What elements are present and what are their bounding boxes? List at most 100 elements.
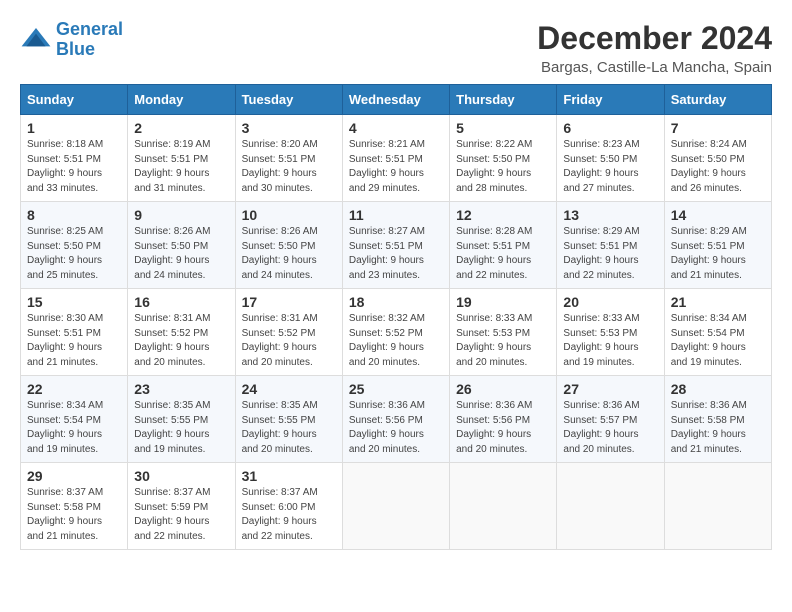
col-wednesday: Wednesday: [342, 85, 449, 115]
table-row: 4 Sunrise: 8:21 AM Sunset: 5:51 PM Dayli…: [342, 115, 449, 202]
table-row: [342, 463, 449, 550]
logo: General Blue: [20, 20, 123, 60]
header: General Blue December 2024 Bargas, Casti…: [20, 20, 772, 76]
day-info: Sunrise: 8:31 AM Sunset: 5:52 PM Dayligh…: [242, 312, 336, 370]
logo-line2: Blue: [56, 39, 95, 59]
day-info: Sunrise: 8:36 AM Sunset: 5:56 PM Dayligh…: [349, 399, 443, 457]
table-row: 23 Sunrise: 8:35 AM Sunset: 5:55 PM Dayl…: [128, 376, 235, 463]
day-number: 19: [456, 294, 550, 310]
day-info: Sunrise: 8:26 AM Sunset: 5:50 PM Dayligh…: [134, 225, 228, 283]
title-block: December 2024 Bargas, Castille-La Mancha…: [537, 20, 772, 76]
day-info: Sunrise: 8:36 AM Sunset: 5:56 PM Dayligh…: [456, 399, 550, 457]
table-row: 29 Sunrise: 8:37 AM Sunset: 5:58 PM Dayl…: [21, 463, 128, 550]
day-info: Sunrise: 8:27 AM Sunset: 5:51 PM Dayligh…: [349, 225, 443, 283]
col-thursday: Thursday: [450, 85, 557, 115]
day-number: 17: [242, 294, 336, 310]
day-info: Sunrise: 8:32 AM Sunset: 5:52 PM Dayligh…: [349, 312, 443, 370]
day-number: 4: [349, 120, 443, 136]
table-row: 27 Sunrise: 8:36 AM Sunset: 5:57 PM Dayl…: [557, 376, 664, 463]
day-info: Sunrise: 8:35 AM Sunset: 5:55 PM Dayligh…: [242, 399, 336, 457]
table-row: 21 Sunrise: 8:34 AM Sunset: 5:54 PM Dayl…: [664, 289, 771, 376]
table-row: 25 Sunrise: 8:36 AM Sunset: 5:56 PM Dayl…: [342, 376, 449, 463]
day-number: 30: [134, 468, 228, 484]
day-number: 7: [671, 120, 765, 136]
table-row: 28 Sunrise: 8:36 AM Sunset: 5:58 PM Dayl…: [664, 376, 771, 463]
day-info: Sunrise: 8:26 AM Sunset: 5:50 PM Dayligh…: [242, 225, 336, 283]
table-row: 31 Sunrise: 8:37 AM Sunset: 6:00 PM Dayl…: [235, 463, 342, 550]
table-row: 14 Sunrise: 8:29 AM Sunset: 5:51 PM Dayl…: [664, 202, 771, 289]
day-info: Sunrise: 8:25 AM Sunset: 5:50 PM Dayligh…: [27, 225, 121, 283]
day-info: Sunrise: 8:34 AM Sunset: 5:54 PM Dayligh…: [27, 399, 121, 457]
table-row: 6 Sunrise: 8:23 AM Sunset: 5:50 PM Dayli…: [557, 115, 664, 202]
day-info: Sunrise: 8:35 AM Sunset: 5:55 PM Dayligh…: [134, 399, 228, 457]
day-number: 15: [27, 294, 121, 310]
table-row: 2 Sunrise: 8:19 AM Sunset: 5:51 PM Dayli…: [128, 115, 235, 202]
table-row: 26 Sunrise: 8:36 AM Sunset: 5:56 PM Dayl…: [450, 376, 557, 463]
day-number: 23: [134, 381, 228, 397]
day-number: 9: [134, 207, 228, 223]
col-friday: Friday: [557, 85, 664, 115]
day-number: 22: [27, 381, 121, 397]
day-number: 5: [456, 120, 550, 136]
table-row: 16 Sunrise: 8:31 AM Sunset: 5:52 PM Dayl…: [128, 289, 235, 376]
day-info: Sunrise: 8:37 AM Sunset: 5:58 PM Dayligh…: [27, 486, 121, 544]
day-number: 10: [242, 207, 336, 223]
calendar-week-row: 22 Sunrise: 8:34 AM Sunset: 5:54 PM Dayl…: [21, 376, 772, 463]
calendar-week-row: 29 Sunrise: 8:37 AM Sunset: 5:58 PM Dayl…: [21, 463, 772, 550]
table-row: 7 Sunrise: 8:24 AM Sunset: 5:50 PM Dayli…: [664, 115, 771, 202]
day-info: Sunrise: 8:23 AM Sunset: 5:50 PM Dayligh…: [563, 138, 657, 196]
day-info: Sunrise: 8:31 AM Sunset: 5:52 PM Dayligh…: [134, 312, 228, 370]
col-sunday: Sunday: [21, 85, 128, 115]
day-info: Sunrise: 8:21 AM Sunset: 5:51 PM Dayligh…: [349, 138, 443, 196]
logo-line1: General: [56, 19, 123, 39]
day-number: 27: [563, 381, 657, 397]
table-row: 10 Sunrise: 8:26 AM Sunset: 5:50 PM Dayl…: [235, 202, 342, 289]
day-number: 31: [242, 468, 336, 484]
day-number: 8: [27, 207, 121, 223]
table-row: 17 Sunrise: 8:31 AM Sunset: 5:52 PM Dayl…: [235, 289, 342, 376]
logo-icon: [20, 24, 52, 56]
table-row: 18 Sunrise: 8:32 AM Sunset: 5:52 PM Dayl…: [342, 289, 449, 376]
table-row: 30 Sunrise: 8:37 AM Sunset: 5:59 PM Dayl…: [128, 463, 235, 550]
day-info: Sunrise: 8:37 AM Sunset: 6:00 PM Dayligh…: [242, 486, 336, 544]
location-subtitle: Bargas, Castille-La Mancha, Spain: [537, 59, 772, 76]
day-number: 12: [456, 207, 550, 223]
calendar-week-row: 15 Sunrise: 8:30 AM Sunset: 5:51 PM Dayl…: [21, 289, 772, 376]
col-saturday: Saturday: [664, 85, 771, 115]
calendar-week-row: 8 Sunrise: 8:25 AM Sunset: 5:50 PM Dayli…: [21, 202, 772, 289]
table-row: [450, 463, 557, 550]
day-number: 28: [671, 381, 765, 397]
table-row: 20 Sunrise: 8:33 AM Sunset: 5:53 PM Dayl…: [557, 289, 664, 376]
table-row: [557, 463, 664, 550]
day-number: 29: [27, 468, 121, 484]
table-row: 8 Sunrise: 8:25 AM Sunset: 5:50 PM Dayli…: [21, 202, 128, 289]
table-row: 1 Sunrise: 8:18 AM Sunset: 5:51 PM Dayli…: [21, 115, 128, 202]
day-number: 24: [242, 381, 336, 397]
day-info: Sunrise: 8:19 AM Sunset: 5:51 PM Dayligh…: [134, 138, 228, 196]
day-info: Sunrise: 8:20 AM Sunset: 5:51 PM Dayligh…: [242, 138, 336, 196]
table-row: 11 Sunrise: 8:27 AM Sunset: 5:51 PM Dayl…: [342, 202, 449, 289]
day-number: 21: [671, 294, 765, 310]
day-info: Sunrise: 8:36 AM Sunset: 5:57 PM Dayligh…: [563, 399, 657, 457]
day-info: Sunrise: 8:33 AM Sunset: 5:53 PM Dayligh…: [456, 312, 550, 370]
day-info: Sunrise: 8:30 AM Sunset: 5:51 PM Dayligh…: [27, 312, 121, 370]
page-container: General Blue December 2024 Bargas, Casti…: [20, 20, 772, 550]
day-number: 26: [456, 381, 550, 397]
month-year-title: December 2024: [537, 20, 772, 57]
day-info: Sunrise: 8:22 AM Sunset: 5:50 PM Dayligh…: [456, 138, 550, 196]
table-row: 15 Sunrise: 8:30 AM Sunset: 5:51 PM Dayl…: [21, 289, 128, 376]
day-info: Sunrise: 8:28 AM Sunset: 5:51 PM Dayligh…: [456, 225, 550, 283]
col-tuesday: Tuesday: [235, 85, 342, 115]
day-number: 25: [349, 381, 443, 397]
day-info: Sunrise: 8:34 AM Sunset: 5:54 PM Dayligh…: [671, 312, 765, 370]
day-info: Sunrise: 8:18 AM Sunset: 5:51 PM Dayligh…: [27, 138, 121, 196]
day-number: 13: [563, 207, 657, 223]
day-number: 2: [134, 120, 228, 136]
table-row: 24 Sunrise: 8:35 AM Sunset: 5:55 PM Dayl…: [235, 376, 342, 463]
logo-text: General Blue: [56, 20, 123, 60]
day-info: Sunrise: 8:36 AM Sunset: 5:58 PM Dayligh…: [671, 399, 765, 457]
calendar-week-row: 1 Sunrise: 8:18 AM Sunset: 5:51 PM Dayli…: [21, 115, 772, 202]
table-row: 22 Sunrise: 8:34 AM Sunset: 5:54 PM Dayl…: [21, 376, 128, 463]
day-info: Sunrise: 8:33 AM Sunset: 5:53 PM Dayligh…: [563, 312, 657, 370]
table-row: 19 Sunrise: 8:33 AM Sunset: 5:53 PM Dayl…: [450, 289, 557, 376]
